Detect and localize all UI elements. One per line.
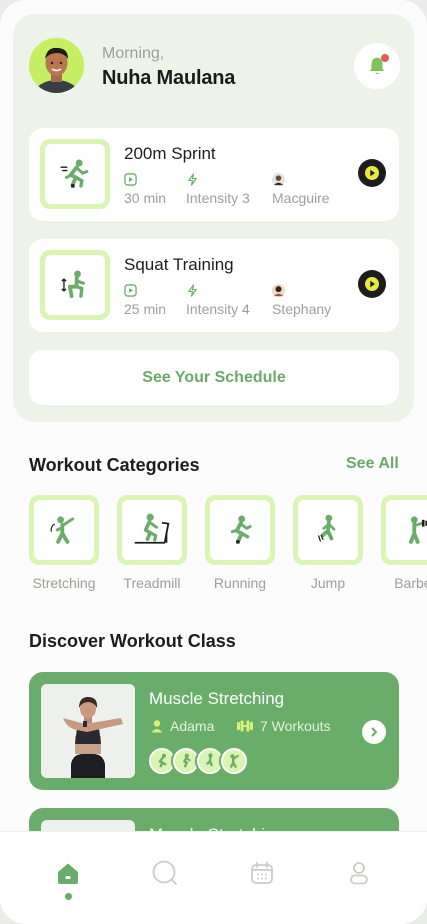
nav-search[interactable] [148, 856, 182, 890]
discover-title: Discover Workout Class [29, 631, 236, 651]
stretching-icon [50, 516, 74, 544]
bolt-icon [188, 283, 197, 297]
nav-home[interactable] [51, 856, 85, 890]
jump-icon [206, 753, 213, 767]
workout-tile [40, 250, 110, 320]
category-treadmill[interactable]: Treadmill [117, 495, 187, 591]
category-running[interactable]: Running [205, 495, 275, 591]
class-card-muscle-stretching[interactable]: Muscle Stretching Adama 7 Workouts [29, 672, 399, 790]
search-icon [152, 860, 177, 885]
workout-card-sprint[interactable]: 200m Sprint 30 min Intensity 3 Macguire [29, 128, 399, 221]
user-icon [151, 720, 163, 733]
category-stretching[interactable]: Stretching [29, 495, 99, 591]
play-square-icon [124, 283, 137, 297]
intensity-meta: Intensity 4 [186, 283, 250, 317]
bottom-nav [0, 831, 427, 924]
workout-tile [40, 139, 110, 209]
play-button[interactable] [358, 270, 386, 298]
trainer-meta: Stephany [272, 283, 331, 317]
jump-icon [318, 514, 336, 542]
user-name: Nuha Maulana [102, 67, 236, 89]
trainer-avatar-icon [272, 283, 285, 297]
active-nav-indicator [65, 893, 72, 900]
play-square-icon [124, 172, 137, 186]
category-label: Barbell [394, 575, 427, 591]
treadmill-icon [134, 513, 170, 544]
trainer-meta: Macguire [272, 172, 330, 206]
running-icon [230, 515, 252, 544]
phone-screen: Morning, Nuha Maulana 200m Sprint 30 min… [0, 0, 427, 924]
duration-meta: 25 min [124, 283, 166, 317]
category-barbell[interactable]: Barbell [381, 495, 427, 591]
workout-title: 200m Sprint [124, 144, 216, 163]
workout-card-squat[interactable]: Squat Training 25 min Intensity 4 Stepha… [29, 239, 399, 332]
categories-title: Workout Categories [29, 455, 200, 475]
class-title: Muscle Stretching [149, 689, 285, 708]
barbell-icon [408, 516, 427, 544]
greeting-text: Morning, [102, 45, 165, 62]
dumbbell-icon [237, 720, 253, 732]
workout-title: Squat Training [124, 255, 234, 274]
open-class-button[interactable] [362, 720, 386, 744]
duration-meta: 30 min [124, 172, 166, 206]
play-icon [365, 277, 379, 291]
nav-calendar[interactable] [245, 856, 279, 890]
class-workout-count: 7 Workouts [236, 718, 331, 734]
class-thumbnail [41, 684, 135, 778]
notification-button[interactable] [354, 43, 400, 89]
category-label: Treadmill [123, 575, 181, 591]
category-label: Jump [310, 575, 346, 591]
class-trainer: Adama [150, 718, 214, 734]
calendar-icon [251, 861, 273, 884]
profile-icon [350, 862, 368, 885]
notification-dot [381, 54, 389, 62]
see-schedule-button[interactable]: See Your Schedule [29, 350, 399, 405]
avatar[interactable] [29, 38, 84, 93]
running-icon [182, 753, 191, 768]
bolt-icon [188, 172, 197, 186]
sprint-icon [158, 753, 167, 768]
play-icon [365, 166, 379, 180]
category-label: Running [213, 575, 267, 591]
nav-profile[interactable] [342, 856, 376, 890]
chevron-right-icon [371, 727, 377, 737]
trainer-avatar-icon [272, 172, 285, 186]
class-exercise-icons [147, 746, 249, 776]
play-button[interactable] [358, 159, 386, 187]
intensity-meta: Intensity 3 [186, 172, 250, 206]
stretching-icon [230, 754, 239, 768]
home-icon [58, 863, 78, 884]
squat-icon [61, 270, 85, 298]
category-jump[interactable]: Jump [293, 495, 363, 591]
sprint-icon [60, 159, 89, 188]
see-all-link[interactable]: See All [346, 455, 399, 473]
category-label: Stretching [32, 575, 96, 591]
